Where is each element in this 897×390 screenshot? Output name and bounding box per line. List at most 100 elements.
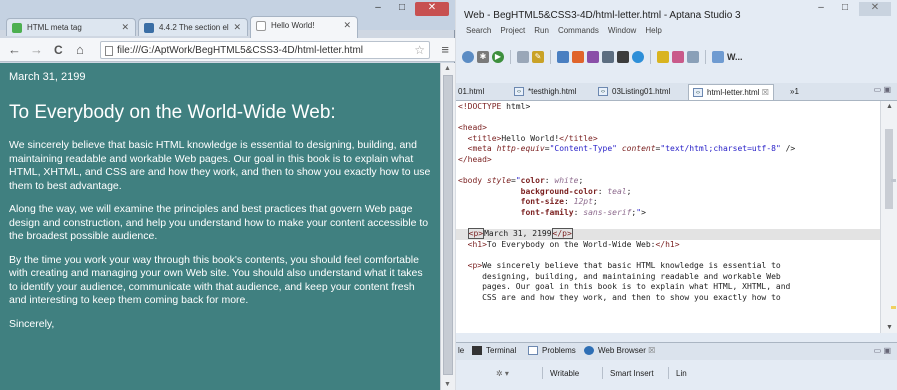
- wand-icon[interactable]: [657, 51, 669, 63]
- tab-web-browser[interactable]: Web Browser ☒: [584, 346, 655, 355]
- close-tab-icon[interactable]: ✕: [121, 22, 129, 33]
- window-controls: – □ ✕: [367, 2, 449, 16]
- status-gear-icon[interactable]: ✲ ▾: [496, 369, 509, 378]
- code-line-current: <p>March 31, 2199</p>: [456, 228, 880, 240]
- layout-icon[interactable]: [557, 51, 569, 63]
- maximize-button[interactable]: □: [835, 2, 855, 16]
- maximize-button[interactable]: □: [391, 2, 413, 16]
- close-button[interactable]: ✕: [415, 2, 449, 16]
- address-bar[interactable]: file:///G:/AptWork/BegHTML5&CSS3-4D/html…: [100, 41, 430, 59]
- menu-commands[interactable]: Commands: [558, 26, 599, 42]
- tab-label: 01.html: [458, 87, 485, 96]
- pencil-icon[interactable]: ✎: [532, 51, 544, 63]
- forward-button[interactable]: →: [30, 42, 43, 58]
- format-icon[interactable]: [672, 51, 684, 63]
- tab-problems[interactable]: Problems: [528, 346, 576, 355]
- letter-heading: To Everybody on the World-Wide Web:: [9, 102, 336, 123]
- menu-bar: Search Project Run Commands Window Help: [456, 26, 897, 42]
- globe-icon: [584, 346, 594, 355]
- globe-icon[interactable]: [632, 51, 644, 63]
- terminal-icon[interactable]: [517, 51, 529, 63]
- debug-icon[interactable]: [462, 51, 474, 63]
- separator: [668, 367, 669, 379]
- code-line: <p>We sincerely believe that basic HTML …: [467, 260, 781, 270]
- scroll-up-icon[interactable]: ▲: [886, 103, 893, 110]
- tab-01-html[interactable]: 01.html: [456, 84, 488, 100]
- minimize-maximize-icon[interactable]: ▭ ▣: [874, 85, 891, 94]
- html-file-icon: ‹›: [693, 88, 703, 97]
- code-line: <body style="color: white;: [458, 176, 584, 186]
- minimize-button[interactable]: –: [367, 2, 389, 16]
- overview-marker: [891, 179, 896, 182]
- status-insert-mode: Smart Insert: [610, 369, 654, 378]
- close-tab-icon[interactable]: ✕: [343, 20, 351, 31]
- code-line: font-size: 12pt;: [520, 197, 598, 207]
- perspective-icon[interactable]: [712, 51, 724, 63]
- tab-hello-world[interactable]: Hello World! ✕: [250, 16, 358, 38]
- page-scrollbar[interactable]: ▲ ▼: [440, 63, 455, 390]
- settings-icon[interactable]: ✱: [477, 51, 489, 63]
- bookmark-star-icon[interactable]: ☆: [414, 43, 425, 57]
- page-content: March 31, 2199 To Everybody on the World…: [0, 63, 440, 390]
- tab-terminal[interactable]: Terminal: [472, 346, 516, 355]
- letter-closing: Sincerely,: [9, 317, 55, 330]
- menu-project[interactable]: Project: [500, 26, 525, 42]
- scroll-up-icon[interactable]: ▲: [444, 65, 451, 72]
- more-tabs-button[interactable]: »1: [788, 84, 803, 100]
- home-button[interactable]: ⌂: [76, 42, 84, 58]
- separator: [510, 50, 511, 64]
- window-icon[interactable]: [602, 51, 614, 63]
- tab-label: »1: [790, 87, 799, 96]
- tab-testhigh[interactable]: ‹› *testhigh.html: [510, 84, 580, 100]
- window-title: Web - BegHTML5&CSS3-4D/html-letter.html …: [464, 10, 741, 21]
- tab-html-meta-tag[interactable]: HTML meta tag ✕: [6, 18, 136, 36]
- chrome-menu-button[interactable]: ≡: [441, 42, 449, 57]
- close-button[interactable]: ✕: [859, 2, 891, 16]
- run-icon[interactable]: ▶: [492, 51, 504, 63]
- monitor-icon[interactable]: [617, 51, 629, 63]
- close-tab-icon[interactable]: ☒: [646, 346, 655, 355]
- close-tab-icon[interactable]: ✕: [233, 22, 241, 33]
- editor-scrollbar[interactable]: ▲ ▼: [880, 101, 897, 333]
- code-line: designing, building, and maintaining rea…: [458, 271, 781, 281]
- problems-icon: [528, 346, 538, 355]
- window-controls: – □ ✕: [811, 2, 891, 16]
- bug-icon[interactable]: [572, 51, 584, 63]
- aptana-window: Web - BegHTML5&CSS3-4D/html-letter.html …: [456, 0, 897, 390]
- html-file-icon: ‹›: [598, 87, 608, 96]
- close-tab-icon[interactable]: ☒: [762, 88, 769, 97]
- tab-03listing01[interactable]: ‹› 03Listing01.html: [594, 84, 674, 100]
- scroll-thumb[interactable]: [885, 129, 893, 209]
- outline-icon[interactable]: [687, 51, 699, 63]
- status-writable: Writable: [550, 369, 580, 378]
- separator: [602, 367, 603, 379]
- scroll-down-icon[interactable]: ▼: [444, 381, 451, 388]
- scroll-thumb[interactable]: [443, 75, 453, 375]
- minimize-maximize-icon[interactable]: ▭ ▣: [874, 346, 891, 355]
- code-line: <head>: [458, 123, 487, 133]
- tab-label: Web Browser: [598, 346, 646, 355]
- back-button[interactable]: ←: [8, 42, 21, 58]
- code-line: pages. Our goal in this book is to expla…: [458, 282, 791, 292]
- address-text: file:///G:/AptWork/BegHTML5&CSS3-4D/html…: [117, 45, 364, 56]
- reload-button[interactable]: C: [54, 42, 63, 58]
- terminal-icon: [472, 346, 482, 355]
- perspective-label[interactable]: W...: [727, 52, 743, 62]
- menu-window[interactable]: Window: [608, 26, 636, 42]
- minimize-button[interactable]: –: [811, 2, 831, 16]
- menu-help[interactable]: Help: [645, 26, 661, 42]
- menu-run[interactable]: Run: [534, 26, 549, 42]
- app-icon[interactable]: [587, 51, 599, 63]
- tab-title: 4.4.2 The section el: [159, 23, 229, 32]
- overview-marker: [891, 306, 896, 309]
- editor-tabs: 01.html ‹› *testhigh.html ‹› 03Listing01…: [456, 83, 897, 101]
- tab-html-letter[interactable]: ‹› html-letter.html ☒: [688, 84, 774, 100]
- tab-section-element[interactable]: 4.4.2 The section el ✕: [138, 18, 248, 36]
- scroll-down-icon[interactable]: ▼: [886, 324, 893, 331]
- code-editor[interactable]: <!DOCTYPE html> <head> <title>Hello Worl…: [456, 101, 880, 333]
- tab-console[interactable]: le: [458, 346, 464, 355]
- code-line: <title>Hello World!</title>: [467, 133, 598, 143]
- menu-search[interactable]: Search: [466, 26, 491, 42]
- browser-toolbar: ← → C ⌂ file:///G:/AptWork/BegHTML5&CSS3…: [0, 38, 455, 62]
